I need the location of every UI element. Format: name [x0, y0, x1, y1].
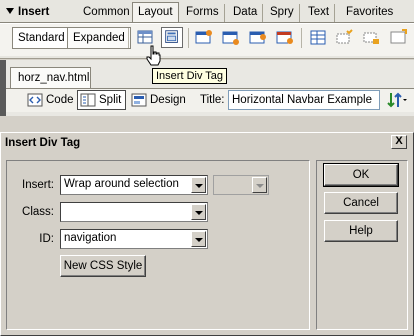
design-view-icon	[131, 93, 147, 107]
id-select-value: navigation	[64, 232, 117, 244]
dialog-title: Insert Div Tag	[5, 137, 81, 149]
split-view-icon	[80, 93, 96, 107]
code-view-label: Code	[46, 94, 74, 106]
insert-div-tag-icon[interactable]	[161, 27, 183, 48]
layer-icon-1[interactable]	[193, 27, 215, 48]
split-view-label: Split	[99, 94, 122, 106]
expand-icon[interactable]	[388, 27, 410, 48]
new-css-style-button[interactable]: New CSS Style	[60, 255, 146, 277]
insert-title-label: Insert	[18, 6, 50, 18]
spry-icon[interactable]	[361, 27, 383, 48]
layer-icon-4[interactable]	[274, 27, 296, 48]
toolbar-separator	[301, 28, 302, 48]
insert-select[interactable]: Wrap around selection	[60, 175, 208, 195]
expanded-mode-button[interactable]: Expanded	[67, 27, 131, 49]
chevron-down-icon[interactable]	[191, 231, 206, 247]
help-button[interactable]: Help	[324, 220, 398, 242]
chevron-down-icon[interactable]	[191, 177, 206, 193]
class-select[interactable]	[60, 202, 208, 222]
code-view-icon	[27, 93, 43, 107]
design-view-label: Design	[150, 94, 186, 106]
close-button[interactable]: X	[391, 135, 407, 149]
collapse-triangle-icon[interactable]	[6, 8, 14, 14]
toolbar-separator	[188, 28, 189, 48]
standard-mode-button[interactable]: Standard	[12, 27, 71, 49]
tab-forms[interactable]: Forms	[181, 4, 225, 22]
toolbar-separator	[128, 28, 129, 48]
code-view-button[interactable]: Code	[24, 90, 79, 110]
tooltip: Insert Div Tag	[152, 68, 228, 84]
file-management-icon[interactable]	[386, 90, 408, 110]
tab-favorites[interactable]: Favorites	[341, 4, 398, 22]
tab-text[interactable]: Text	[303, 4, 336, 22]
id-label: ID:	[39, 233, 54, 245]
chevron-down-icon	[252, 177, 267, 193]
layer-icon-3[interactable]	[247, 27, 269, 48]
title-field[interactable]	[228, 90, 380, 110]
chevron-down-icon[interactable]	[191, 204, 206, 220]
layer-icon-2[interactable]	[220, 27, 242, 48]
design-view-button[interactable]: Design	[128, 90, 191, 110]
insert-target-select	[213, 175, 269, 195]
insert-panel-title[interactable]: Insert	[6, 4, 49, 21]
tab-spry[interactable]: Spry	[265, 4, 300, 22]
tabular-data-icon[interactable]	[334, 27, 356, 48]
insert-label: Insert:	[22, 179, 54, 191]
split-view-button[interactable]: Split	[77, 90, 127, 110]
frames-icon[interactable]	[307, 27, 329, 48]
document-tab[interactable]: horz_nav.html	[10, 67, 91, 88]
insert-select-value: Wrap around selection	[64, 178, 179, 190]
id-select[interactable]: navigation	[60, 229, 208, 249]
ok-button[interactable]: OK	[323, 163, 399, 187]
tab-layout[interactable]: Layout	[132, 2, 179, 23]
title-label: Title:	[200, 94, 225, 106]
cancel-button[interactable]: Cancel	[324, 192, 398, 214]
tab-common[interactable]: Common	[78, 4, 136, 22]
tab-data[interactable]: Data	[228, 4, 264, 22]
class-label: Class:	[22, 206, 54, 218]
hand-cursor-icon	[146, 45, 161, 66]
